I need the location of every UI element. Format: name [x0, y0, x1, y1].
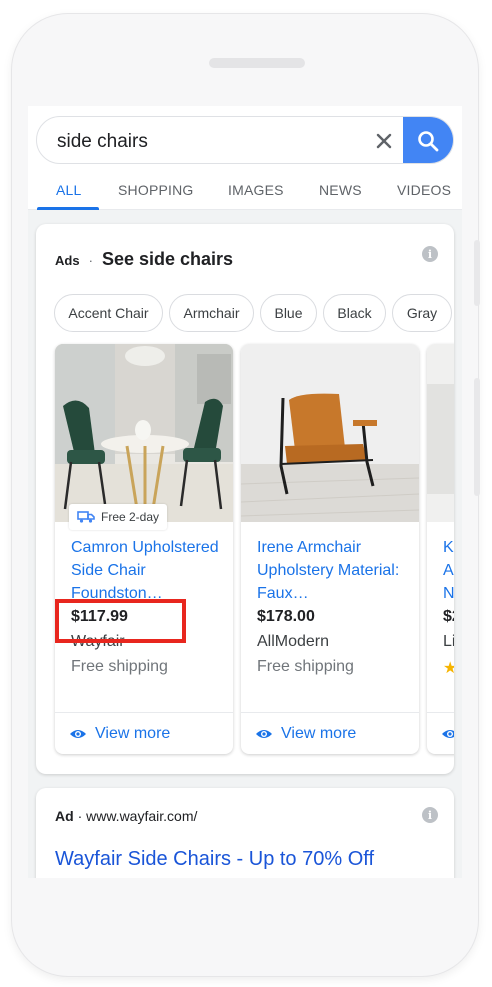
tab-videos[interactable]: VIDEOS [397, 182, 451, 198]
product-card[interactable]: Free 2-day Camron Upholstered Side Chair… [55, 344, 233, 754]
shipping-badge: Free 2-day [69, 504, 168, 530]
ads-header: Ads · See side chairs [55, 249, 233, 270]
chip-black[interactable]: Black [323, 294, 386, 332]
truck-icon [77, 511, 95, 523]
active-tab-indicator [37, 207, 99, 210]
clear-icon[interactable] [369, 126, 399, 156]
shopping-ads-card: Ads · See side chairs i Accent Chair Arm… [36, 224, 454, 774]
product-image[interactable] [55, 344, 233, 522]
view-more-button[interactable] [427, 712, 454, 754]
eye-icon [70, 729, 86, 738]
tab-news[interactable]: NEWS [319, 182, 362, 198]
chip-accent-chair[interactable]: Accent Chair [54, 294, 163, 332]
search-icon [418, 131, 439, 152]
search-header: side chairs ALL SHOPPING IMAGES NEWS VID… [28, 106, 462, 210]
search-button[interactable] [403, 117, 453, 163]
product-title[interactable]: KeAcNa [443, 536, 454, 605]
product-store: AllModern [257, 633, 330, 650]
rating-stars: ★★ [443, 660, 454, 677]
product-title[interactable]: Camron Upholstered Side Chair Foundston… [71, 536, 223, 605]
ads-heading: See side chairs [101, 249, 234, 269]
tab-all[interactable]: ALL [56, 182, 82, 198]
product-image[interactable] [241, 344, 419, 522]
product-shipping: Free shipping [257, 658, 354, 675]
tab-images[interactable]: IMAGES [228, 182, 284, 198]
chip-blue[interactable]: Blue [260, 294, 317, 332]
ad-label: Ad [55, 808, 74, 824]
ad-url[interactable]: www.wayfair.com/ [86, 808, 197, 824]
product-price: $2 [443, 608, 454, 625]
text-ad-card[interactable]: Ad · www.wayfair.com/ i Wayfair Side Cha… [36, 788, 454, 878]
info-icon[interactable]: i [422, 246, 438, 262]
product-card[interactable]: KeAcNa $2 Liv ★★ [427, 344, 454, 754]
ads-label: Ads [55, 253, 80, 268]
separator: · [77, 808, 83, 824]
phone-screen: side chairs ALL SHOPPING IMAGES NEWS VID… [28, 106, 462, 878]
info-icon[interactable]: i [422, 807, 438, 823]
phone-side-button [474, 378, 480, 496]
product-title[interactable]: Irene Armchair Upholstery Material: Faux… [257, 536, 409, 605]
view-more-button[interactable]: View more [241, 712, 419, 754]
view-more-label: View more [281, 724, 357, 742]
product-store: Liv [443, 633, 454, 650]
tab-shopping[interactable]: SHOPPING [118, 182, 194, 198]
product-price: $178.00 [257, 608, 315, 625]
eye-icon [442, 729, 454, 738]
chip-armchair[interactable]: Armchair [169, 294, 254, 332]
product-card[interactable]: Irene Armchair Upholstery Material: Faux… [241, 344, 419, 754]
search-input[interactable]: side chairs [57, 131, 148, 153]
ad-url-line: Ad · www.wayfair.com/ [55, 808, 197, 824]
product-image[interactable] [427, 344, 454, 522]
phone-speaker [209, 58, 305, 68]
phone-side-button [474, 240, 480, 306]
view-more-label: View more [95, 724, 171, 742]
search-box[interactable]: side chairs [36, 116, 454, 164]
view-more-button[interactable]: View more [55, 712, 233, 754]
badge-label: Free 2-day [101, 510, 160, 524]
chip-gray[interactable]: Gray [392, 294, 452, 332]
ad-headline[interactable]: Wayfair Side Chairs - Up to 70% Off [55, 846, 445, 872]
separator: · [88, 253, 93, 268]
eye-icon [256, 729, 272, 738]
search-tabs: ALL SHOPPING IMAGES NEWS VIDEOS [28, 176, 462, 210]
highlight-box [55, 599, 186, 643]
product-shipping: Free shipping [71, 658, 168, 675]
